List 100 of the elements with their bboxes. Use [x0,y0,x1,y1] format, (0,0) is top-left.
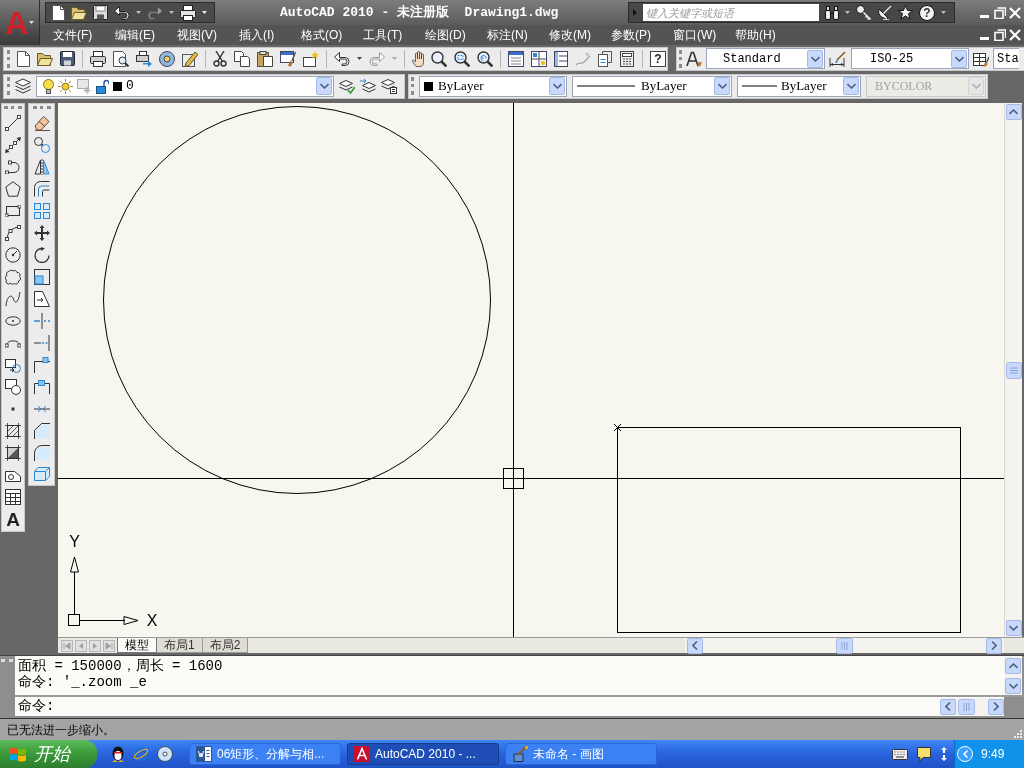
ellipse-arc-icon[interactable] [5,338,21,348]
hatch-icon[interactable] [5,423,21,439]
calculator-icon[interactable] [619,50,635,67]
layout-tab[interactable]: 布局1 [157,638,203,653]
construction-line-icon[interactable] [5,137,21,153]
insert-block-icon[interactable] [5,357,21,373]
pencil-sheet-icon[interactable] [182,50,198,67]
break-icon[interactable] [33,380,50,394]
scroll-right-button[interactable] [986,637,1002,654]
layer-dropdown[interactable]: 0 [36,75,334,97]
dropdown-button[interactable] [951,49,967,68]
printer-icon[interactable] [90,50,106,67]
block-star-icon[interactable] [303,50,319,67]
copy-objects-icon[interactable] [33,137,50,153]
copy-pages-icon[interactable] [234,50,250,67]
dropdown-button[interactable] [316,77,332,95]
toolbar-grip[interactable] [7,77,10,95]
offset-icon[interactable] [33,181,50,197]
satellite-dish-icon[interactable] [877,5,892,20]
scale-icon[interactable] [33,269,50,285]
table-icon[interactable] [5,489,21,505]
undo-icon[interactable] [114,5,130,20]
blank-page-icon[interactable] [17,50,30,67]
linetype-dropdown[interactable]: ByLayer [572,75,732,97]
layer-stack-arrow-icon[interactable] [360,78,376,94]
point-icon[interactable] [11,407,15,411]
mirror-icon[interactable] [33,159,50,175]
taskbar-button[interactable]: 未命名 - 画图 [505,743,657,765]
stretch-icon[interactable] [33,291,50,307]
scroll-thumb[interactable] [1005,361,1022,379]
scroll-left-button[interactable] [687,637,703,654]
caret-icon[interactable] [202,11,207,14]
caret-icon[interactable] [941,11,946,14]
sun-icon[interactable] [58,78,73,94]
help-button[interactable]: ? [919,4,935,21]
zoom-previous-icon[interactable] [477,50,493,67]
dropdown-button[interactable] [807,49,823,68]
letter-brush-icon[interactable] [686,50,702,67]
scissors-icon[interactable] [213,50,227,67]
page-magnifier-icon[interactable] [113,50,129,67]
dimension-style-dropdown[interactable]: ISO-25 [851,48,969,69]
toolbar-grip[interactable] [679,49,682,68]
hand-icon[interactable] [412,50,424,67]
color-dropdown[interactable]: ByLayer [419,75,567,97]
text-tool-button[interactable]: A [5,511,21,529]
menu-item[interactable]: 参数(P) [611,27,657,43]
menu-item[interactable]: 插入(I) [239,27,285,43]
menu-item[interactable]: 工具(T) [363,27,409,43]
redo-icon[interactable] [369,51,385,66]
ellipse-icon[interactable] [5,316,21,326]
line-segment-icon[interactable] [5,115,21,131]
block-icon[interactable] [5,379,21,395]
table-style-dropdown[interactable]: Sta [993,48,1019,69]
search-field[interactable]: 键入关键字或短语 [643,4,819,21]
horizontal-scrollbar[interactable] [940,698,1004,715]
help-button[interactable]: ? [650,50,666,67]
dropdown-button[interactable] [843,77,859,95]
blank-page-icon[interactable] [52,4,65,21]
restore-icon[interactable] [994,29,1006,41]
start-button[interactable]: 开始 [0,740,97,768]
cloud-icon[interactable] [5,269,21,285]
printer-arrow-icon[interactable] [136,50,152,67]
menu-item[interactable]: 窗口(W) [673,27,719,43]
zoom-window-icon[interactable] [454,50,470,67]
explode-icon[interactable] [33,467,50,483]
menu-item[interactable]: 帮助(H) [735,27,781,43]
scroll-thumb[interactable] [836,637,853,654]
layer-list-icon[interactable] [381,78,397,94]
horizontal-scrollbar[interactable] [685,638,1004,653]
text-style-dropdown[interactable]: Standard [706,48,825,69]
join-icon[interactable] [33,405,50,413]
taskbar-button[interactable]: AutoCAD 2010 - ... [347,743,499,765]
table-brush-icon[interactable] [973,50,989,67]
dimension-brush-icon[interactable] [829,50,847,67]
magnifier-icon[interactable] [431,50,447,67]
caret-icon[interactable] [845,11,850,14]
printer-icon[interactable] [180,4,196,21]
fillet-icon[interactable] [33,445,50,461]
chamfer-icon[interactable] [33,423,50,439]
dropdown-button[interactable] [549,77,565,95]
redo-icon[interactable] [147,5,163,20]
browser-globe-icon[interactable] [133,746,149,762]
resize-grip-icon[interactable] [1012,729,1022,739]
layout-tab[interactable]: 模型 [117,638,157,653]
close-icon[interactable] [1009,29,1021,41]
toolbar-grip[interactable] [4,106,22,109]
scroll-left-button[interactable] [940,698,956,715]
scroll-up-button[interactable] [1005,658,1021,674]
close-icon[interactable] [1009,6,1021,19]
undo-icon[interactable] [334,51,350,66]
menu-item[interactable]: 文件(F) [53,27,99,43]
disc-icon[interactable] [157,746,173,762]
menu-item[interactable]: 视图(V) [177,27,223,43]
menu-item[interactable]: 编辑(E) [115,27,161,43]
pentagon-icon[interactable] [5,181,21,197]
scroll-up-button[interactable] [1005,104,1022,120]
show-hidden-icons-button[interactable] [957,746,973,762]
toolbar-grip[interactable] [32,106,51,109]
extend-icon[interactable] [33,335,50,351]
scroll-right-button[interactable] [988,698,1004,715]
